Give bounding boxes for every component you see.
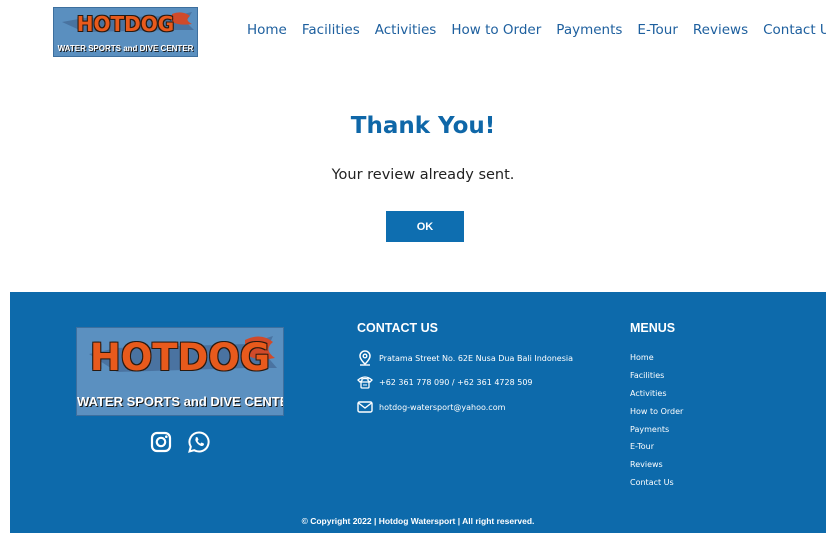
phone-text: +62 361 778 090 / +62 361 4728 509 bbox=[379, 377, 533, 387]
contact-email[interactable]: hotdog-watersport@yahoo.com bbox=[357, 399, 505, 415]
footer-menu-payments[interactable]: Payments bbox=[630, 424, 683, 442]
footer-menu-how-to-order[interactable]: How to Order bbox=[630, 406, 683, 424]
nav-how-to-order[interactable]: How to Order bbox=[451, 22, 541, 38]
footer-menu: Home Facilities Activities How to Order … bbox=[630, 352, 683, 495]
footer-logo-title: HOTDOG bbox=[89, 336, 271, 379]
contact-heading: CONTACT US bbox=[357, 321, 439, 335]
site-footer: HOTDOG WATER SPORTS and DIVE CENTER CONT… bbox=[10, 292, 826, 533]
contact-phone: +62 361 778 090 / +62 361 4728 509 bbox=[357, 374, 533, 390]
nav-payments[interactable]: Payments bbox=[556, 22, 622, 38]
footer-menu-facilities[interactable]: Facilities bbox=[630, 370, 683, 388]
footer-logo-subtitle: WATER SPORTS and DIVE CENTER bbox=[77, 394, 284, 409]
footer-menu-reviews[interactable]: Reviews bbox=[630, 459, 683, 477]
page-title: Thank You! bbox=[350, 113, 496, 139]
nav-home[interactable]: Home bbox=[247, 22, 287, 38]
nav-e-tour[interactable]: E-Tour bbox=[637, 22, 677, 38]
footer-menu-e-tour[interactable]: E-Tour bbox=[630, 441, 683, 459]
logo-subtitle: WATER SPORTS and DIVE CENTER bbox=[57, 44, 194, 53]
menus-heading: MENUS bbox=[630, 321, 676, 335]
main-nav: Home Facilities Activities How to Order … bbox=[247, 22, 826, 38]
ok-button[interactable]: OK bbox=[386, 211, 464, 242]
nav-contact-us[interactable]: Contact Us bbox=[763, 22, 826, 38]
email-text[interactable]: hotdog-watersport@yahoo.com bbox=[379, 403, 505, 412]
mail-icon bbox=[357, 399, 373, 415]
footer-menu-home[interactable]: Home bbox=[630, 352, 683, 370]
site-header: HOTDOG WATER SPORTS and DIVE CENTER Home… bbox=[0, 0, 826, 64]
footer-logo[interactable]: HOTDOG WATER SPORTS and DIVE CENTER bbox=[76, 327, 284, 416]
nav-reviews[interactable]: Reviews bbox=[693, 22, 748, 38]
logo-title: HOTDOG bbox=[76, 12, 175, 36]
footer-menu-activities[interactable]: Activities bbox=[630, 388, 683, 406]
nav-facilities[interactable]: Facilities bbox=[302, 22, 360, 38]
confirmation-message: Your review already sent. bbox=[331, 167, 515, 183]
site-logo[interactable]: HOTDOG WATER SPORTS and DIVE CENTER bbox=[53, 7, 198, 57]
social-links bbox=[149, 430, 211, 454]
whatsapp-icon[interactable] bbox=[187, 430, 211, 454]
copyright-text: © Copyright 2022 | Hotdog Watersport | A… bbox=[301, 516, 535, 526]
address-text: Pratama Street No. 62E Nusa Dua Bali Ind… bbox=[379, 353, 574, 363]
location-pin-icon bbox=[357, 350, 373, 366]
nav-activities[interactable]: Activities bbox=[375, 22, 437, 38]
instagram-icon[interactable] bbox=[149, 430, 173, 454]
contact-address: Pratama Street No. 62E Nusa Dua Bali Ind… bbox=[357, 350, 573, 366]
footer-menu-contact-us[interactable]: Contact Us bbox=[630, 477, 683, 495]
phone-icon bbox=[357, 374, 373, 390]
